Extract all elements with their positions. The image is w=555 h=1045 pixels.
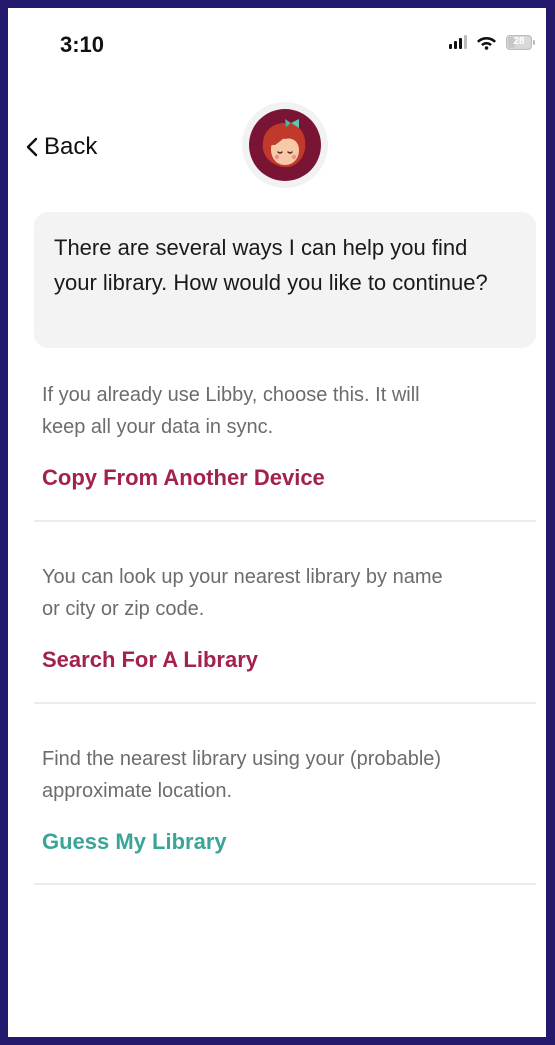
option-guess-library: Find the nearest library using your (pro… (42, 743, 536, 855)
copy-from-another-device-button[interactable]: Copy From Another Device (42, 465, 325, 491)
battery-percent: 28 (513, 35, 525, 47)
assistant-message-bubble: There are several ways I can help you fi… (34, 212, 536, 348)
battery-icon: 28 (506, 34, 535, 50)
chevron-left-icon (26, 137, 38, 157)
libby-avatar-icon (249, 109, 321, 181)
search-for-a-library-button[interactable]: Search For A Library (42, 647, 258, 673)
phone-screen: 3:10 28 Back There are several ways I ca… (8, 8, 546, 1037)
option-description: You can look up your nearest library by … (42, 566, 443, 620)
divider (34, 520, 536, 522)
option-copy-device: If you already use Libby, choose this. I… (42, 379, 536, 491)
status-time: 3:10 (60, 32, 105, 57)
wifi-icon (477, 37, 496, 50)
guess-my-library-button[interactable]: Guess My Library (42, 829, 227, 855)
assistant-avatar (242, 102, 328, 188)
option-search-library: You can look up your nearest library by … (42, 561, 536, 673)
divider (34, 883, 536, 885)
battery-nub (533, 39, 535, 45)
option-description: Find the nearest library using your (pro… (42, 748, 442, 802)
back-label: Back (44, 133, 98, 160)
divider (34, 702, 536, 704)
assistant-message: There are several ways I can help you fi… (54, 235, 488, 295)
back-button[interactable]: Back (26, 133, 97, 161)
status-icons: 28 (449, 34, 535, 50)
status-bar: 3:10 28 (8, 8, 546, 78)
option-description: If you already use Libby, choose this. I… (42, 384, 420, 438)
cellular-signal-icon (449, 35, 467, 49)
